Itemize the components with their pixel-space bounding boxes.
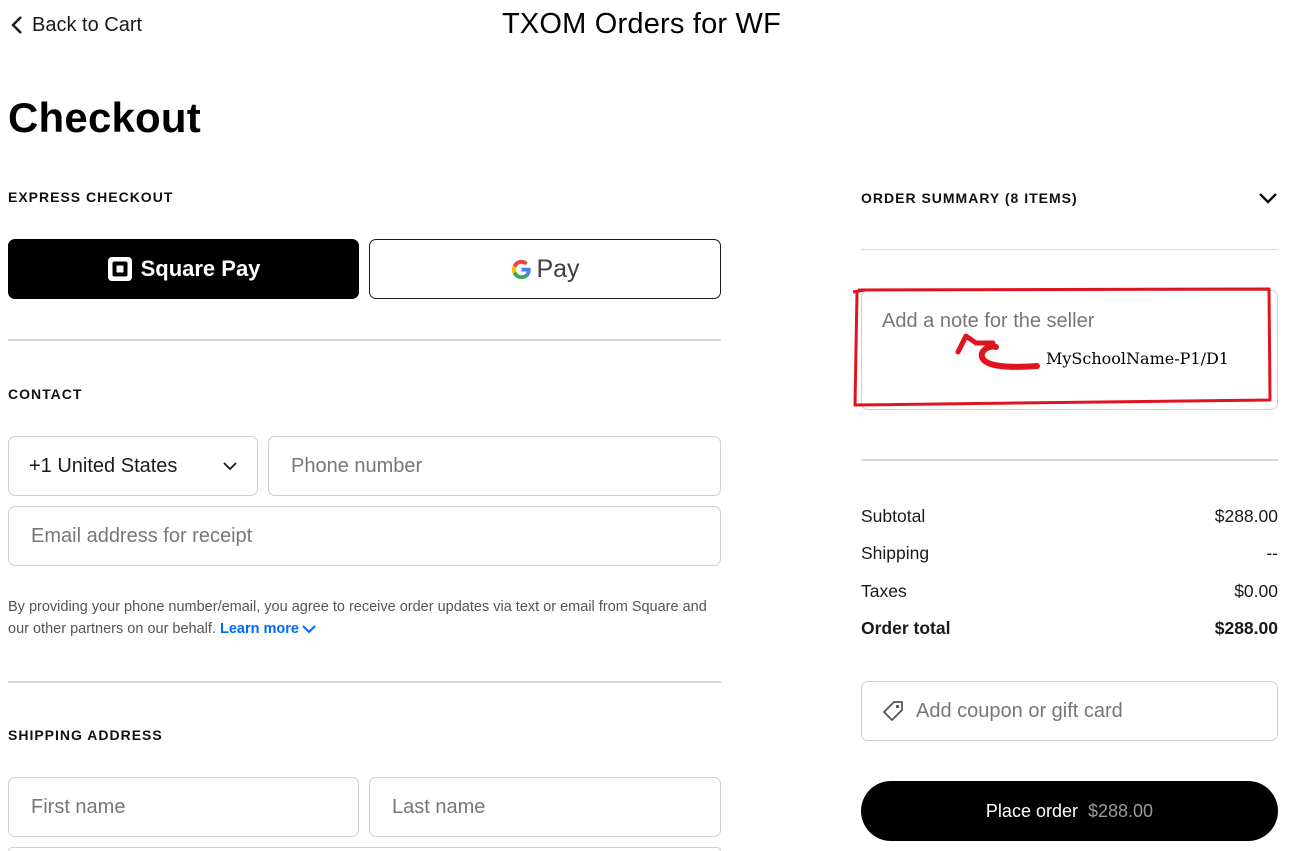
express-checkout-label: EXPRESS CHECKOUT: [8, 189, 174, 205]
subtotal-row: Subtotal $288.00: [861, 506, 1278, 527]
divider: [8, 681, 721, 683]
order-total-label: Order total: [861, 618, 951, 638]
store-title: TXOM Orders for WF: [501, 8, 782, 40]
divider: [861, 249, 1278, 250]
tag-icon: [883, 701, 903, 721]
taxes-label: Taxes: [861, 581, 907, 601]
annotation-text: MySchoolName-P1/D1: [1046, 349, 1229, 368]
square-pay-button[interactable]: Square Pay: [8, 239, 359, 299]
subtotal-value: $288.00: [1214, 506, 1278, 526]
page-title: Checkout: [8, 94, 201, 141]
square-logo-icon: [107, 257, 132, 281]
google-pay-button[interactable]: Pay: [369, 239, 721, 299]
order-total-value: $288.00: [1214, 618, 1278, 638]
email-input[interactable]: Email address for receipt: [8, 506, 721, 566]
country-select[interactable]: +1 United States: [8, 436, 258, 496]
chevron-down-icon: [1259, 193, 1277, 204]
learn-more-link[interactable]: Learn more: [220, 621, 316, 637]
consent-text-body: By providing your phone number/email, yo…: [8, 599, 707, 637]
first-name-input[interactable]: First name: [8, 777, 359, 837]
address-input[interactable]: [8, 847, 721, 851]
shipping-value: --: [1266, 543, 1278, 563]
country-select-value: +1 United States: [29, 454, 178, 477]
seller-note-placeholder: Add a note for the seller: [882, 310, 1095, 332]
learn-more-label: Learn more: [220, 621, 299, 637]
contact-label: CONTACT: [8, 386, 83, 402]
last-name-input[interactable]: Last name: [369, 777, 721, 837]
place-order-button[interactable]: Place order $288.00: [861, 781, 1278, 841]
shipping-address-label: SHIPPING ADDRESS: [8, 727, 163, 743]
chevron-down-icon: [302, 625, 316, 634]
divider: [861, 459, 1278, 461]
order-total-row: Order total $288.00: [861, 618, 1278, 639]
chevron-down-icon: [223, 462, 237, 471]
place-order-price: $288.00: [1087, 800, 1154, 821]
google-g-icon: [512, 259, 532, 279]
order-summary-toggle[interactable]: ORDER SUMMARY (8 ITEMS): [861, 186, 1278, 210]
phone-input-placeholder: Phone number: [291, 454, 423, 477]
square-pay-label: Square Pay: [140, 256, 261, 281]
add-coupon-button[interactable]: Add coupon or gift card: [861, 681, 1278, 741]
taxes-value: $0.00: [1234, 581, 1278, 601]
subtotal-label: Subtotal: [861, 506, 926, 526]
shipping-label: Shipping: [861, 543, 930, 563]
first-name-placeholder: First name: [31, 795, 126, 818]
shipping-row: Shipping --: [861, 543, 1278, 564]
divider: [8, 339, 721, 341]
taxes-row: Taxes $0.00: [861, 581, 1278, 602]
phone-input[interactable]: Phone number: [268, 436, 721, 496]
google-pay-label: Pay: [536, 254, 580, 283]
last-name-placeholder: Last name: [392, 795, 486, 818]
place-order-label: Place order: [985, 800, 1078, 821]
email-input-placeholder: Email address for receipt: [31, 524, 253, 547]
order-summary-label: ORDER SUMMARY (8 ITEMS): [861, 190, 1078, 206]
consent-text: By providing your phone number/email, yo…: [8, 596, 728, 640]
add-coupon-label: Add coupon or gift card: [916, 699, 1123, 722]
